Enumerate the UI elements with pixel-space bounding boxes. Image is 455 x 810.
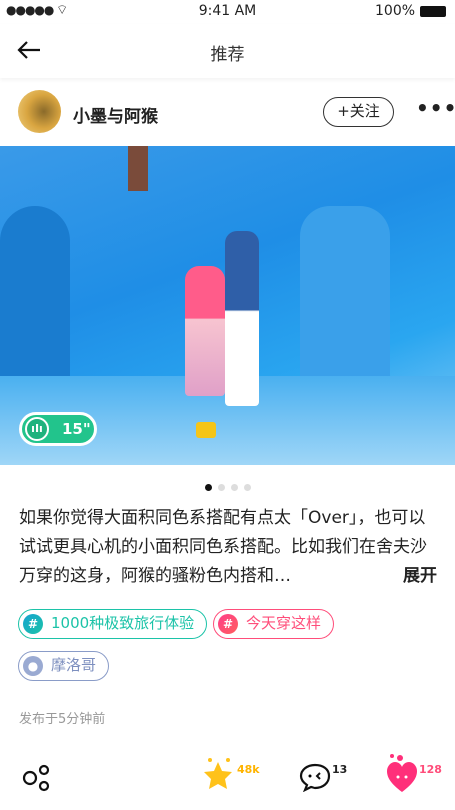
tag-label: 今天穿这样 — [246, 614, 322, 632]
carousel-dots — [0, 476, 455, 495]
comment-count: 13 — [332, 763, 348, 776]
voice-badge[interactable]: ıIı 15" — [19, 412, 97, 446]
status-bar: ●●●●● ⌔ 9:41 AM 100% — [0, 0, 455, 24]
expand-button[interactable]: 展开 — [393, 562, 437, 591]
post-description: 如果你觉得大面积同色系搭配有点太「Over」，也可以试试更具心机的小面积同色系搭… — [19, 504, 439, 591]
tag-label: 1000种极致旅行体验 — [51, 614, 195, 632]
like-heart-icon[interactable] — [384, 752, 420, 796]
location-pin-icon: ● — [23, 656, 43, 676]
topic-tag[interactable]: # 今天穿这样 — [213, 609, 335, 639]
pipe — [128, 146, 148, 191]
nav-bar: 推荐 — [0, 24, 455, 78]
voice-duration: 15" — [62, 420, 91, 438]
author-row: 小墨与阿猴 +关注 ••• — [18, 90, 455, 136]
carousel-dot[interactable] — [230, 484, 238, 491]
person-right — [225, 231, 259, 406]
page-title: 推荐 — [210, 45, 245, 65]
post-text: 如果你觉得大面积同色系搭配有点太「Over」，也可以试试更具心机的小面积同色系搭… — [19, 508, 427, 586]
more-icon[interactable]: ••• — [416, 96, 455, 120]
post-photo[interactable]: ıIı 15" — [0, 146, 455, 465]
battery-icon — [420, 6, 446, 17]
favorite-count: 48k — [237, 763, 260, 776]
hash-icon: # — [23, 614, 43, 634]
voice-icon: ıIı — [25, 417, 49, 441]
carousel-dot[interactable] — [217, 484, 225, 491]
flipper-yellow — [196, 422, 216, 438]
author-name[interactable]: 小墨与阿猴 — [73, 102, 158, 127]
follow-button[interactable]: +关注 — [323, 97, 394, 127]
share-icon[interactable] — [22, 762, 52, 792]
battery-percent: 100% — [375, 3, 416, 19]
publish-time: 发布于5分钟前 — [19, 712, 106, 727]
location-tag[interactable]: ● 摩洛哥 — [18, 651, 110, 681]
like-count: 128 — [419, 763, 442, 776]
action-bar: 48k 13 128 — [0, 752, 455, 802]
avatar[interactable] — [18, 90, 61, 133]
person-left — [185, 266, 225, 396]
topic-tag[interactable]: # 1000种极致旅行体验 — [18, 609, 208, 639]
location-label: 摩洛哥 — [51, 656, 97, 674]
favorite-star-icon[interactable] — [200, 754, 236, 794]
hash-icon: # — [218, 614, 238, 634]
carousel-dot[interactable] — [243, 484, 251, 491]
comment-icon[interactable] — [299, 762, 331, 792]
carousel-dot[interactable] — [204, 484, 212, 491]
